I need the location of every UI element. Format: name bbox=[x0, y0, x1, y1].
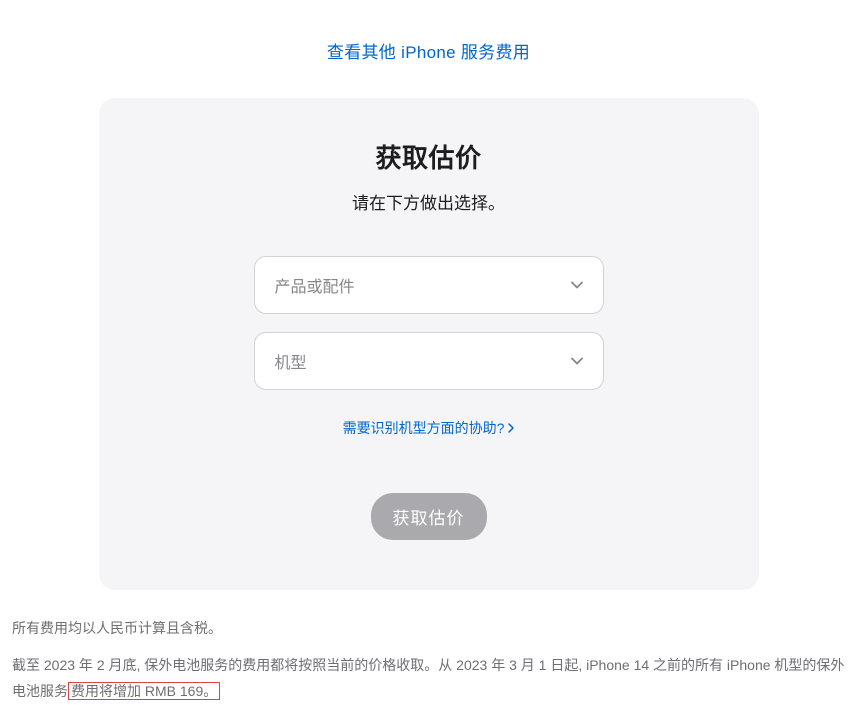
chevron-down-icon bbox=[571, 279, 583, 291]
price-highlight: 费用将增加 RMB 169。 bbox=[68, 682, 220, 700]
help-link-text: 需要识别机型方面的协助? bbox=[343, 418, 505, 438]
model-placeholder: 机型 bbox=[275, 349, 307, 373]
product-placeholder: 产品或配件 bbox=[275, 273, 355, 297]
other-services-link[interactable]: 查看其他 iPhone 服务费用 bbox=[0, 0, 857, 88]
identify-model-help-link[interactable]: 需要识别机型方面的协助? bbox=[343, 418, 515, 438]
chevron-right-icon bbox=[508, 423, 514, 433]
card-title: 获取估价 bbox=[129, 138, 729, 175]
card-subtitle: 请在下方做出选择。 bbox=[129, 189, 729, 214]
footer-line-2: 截至 2023 年 2 月底, 保外电池服务的费用都将按照当前的价格收取。从 2… bbox=[12, 652, 845, 705]
get-estimate-button[interactable]: 获取估价 bbox=[371, 493, 487, 540]
chevron-down-icon bbox=[571, 355, 583, 367]
footer-line-1: 所有费用均以人民币计算且含税。 bbox=[12, 615, 845, 642]
footer-disclaimer: 所有费用均以人民币计算且含税。 截至 2023 年 2 月底, 保外电池服务的费… bbox=[0, 590, 857, 705]
model-select[interactable]: 机型 bbox=[254, 332, 604, 390]
product-select[interactable]: 产品或配件 bbox=[254, 256, 604, 314]
estimate-card: 获取估价 请在下方做出选择。 产品或配件 机型 需要识别机型方面的协助? 获取估… bbox=[99, 98, 759, 590]
